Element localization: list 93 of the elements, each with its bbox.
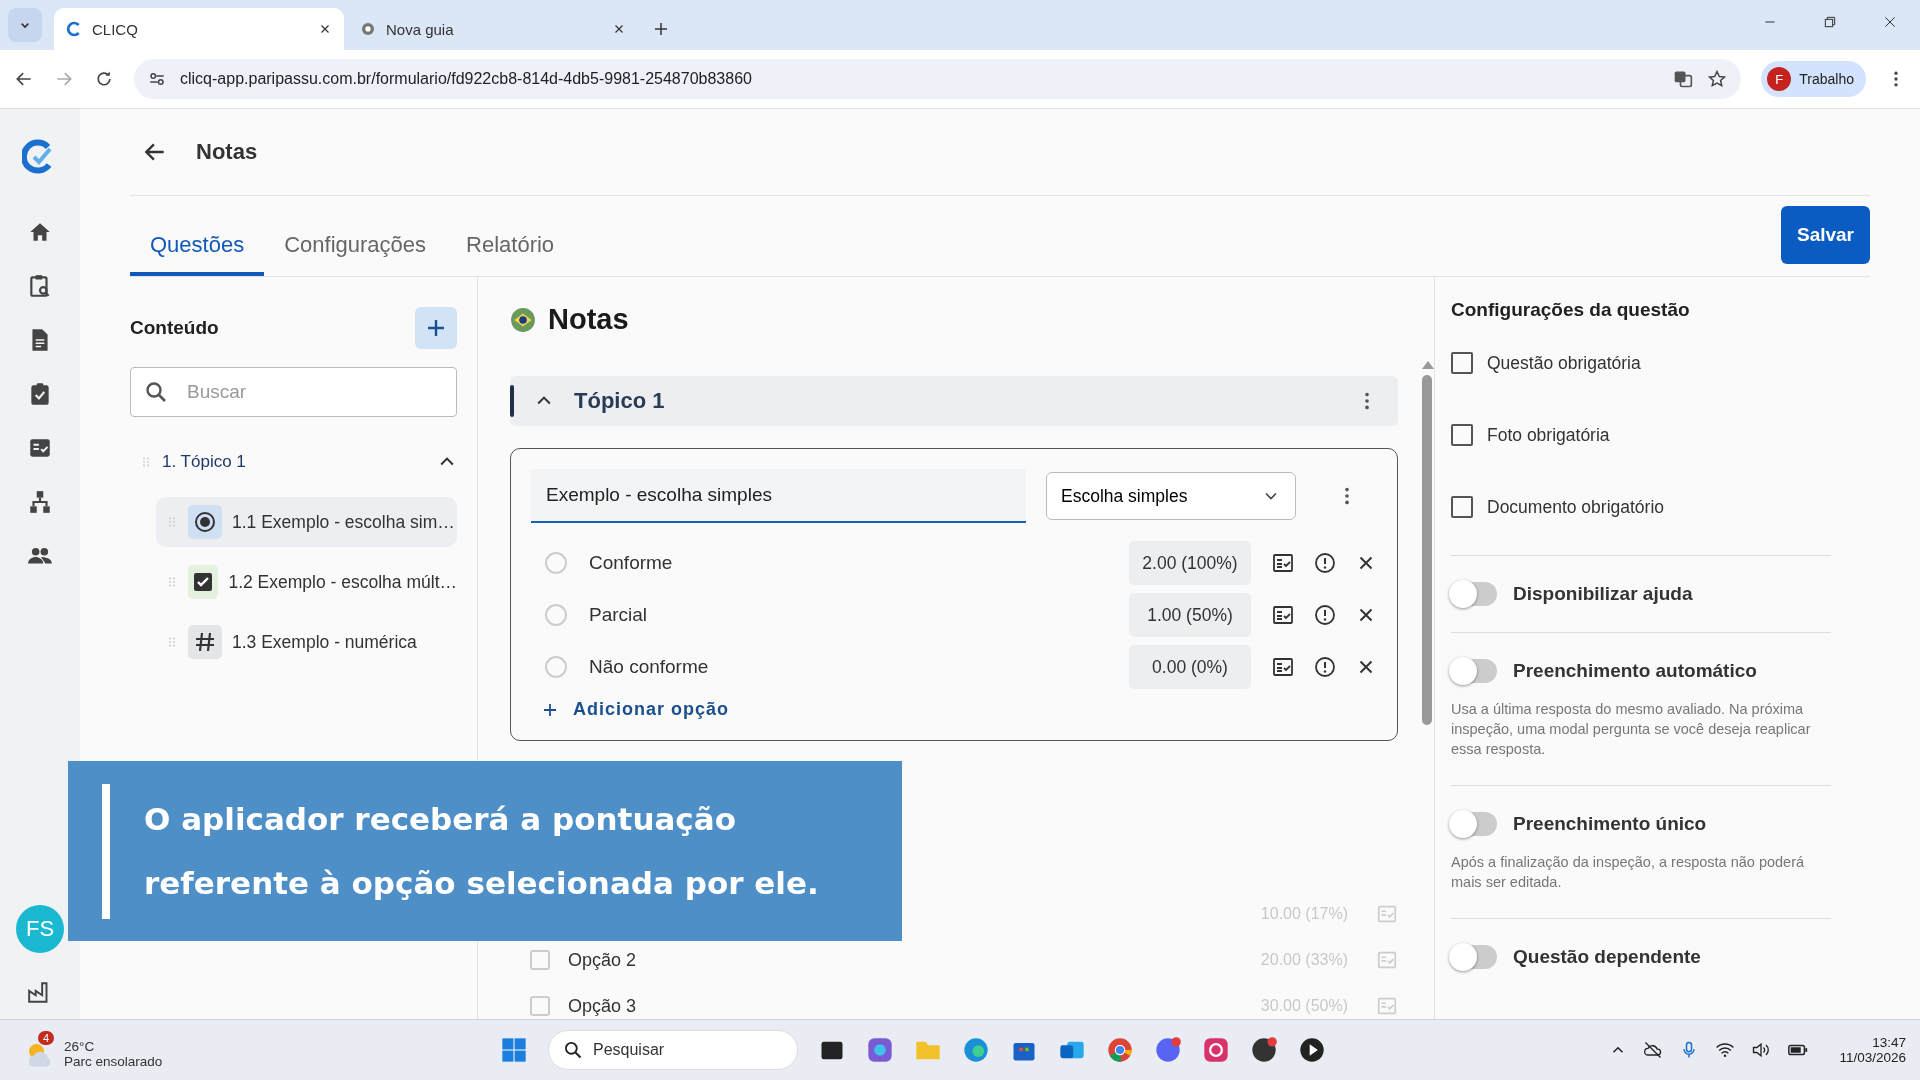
restore-icon[interactable] <box>1822 14 1838 30</box>
checklist-icon[interactable] <box>1271 655 1295 679</box>
toggle-description: Após a finalização da inspeção, a resposta não poderá mais ser editada. <box>1451 853 1806 892</box>
checkbox[interactable] <box>1451 424 1473 446</box>
search-icon <box>563 1040 583 1060</box>
score-field[interactable]: 0.00 (0%) <box>1129 645 1251 689</box>
page-tab[interactable]: Configurações <box>264 232 447 276</box>
type-dropdown[interactable]: Escolha simples <box>1046 472 1296 520</box>
toggle-switch[interactable] <box>1451 945 1497 969</box>
score-field[interactable]: 1.00 (50%) <box>1129 593 1251 637</box>
search-icon <box>144 380 168 404</box>
page-title: Notas <box>196 139 258 165</box>
toggle-switch[interactable] <box>1451 812 1497 836</box>
settings-heading: Configurações da questão <box>1451 299 1691 321</box>
option-label: Opção 2 <box>568 949 637 970</box>
radio-button[interactable] <box>545 552 567 574</box>
page-tab[interactable]: Relatório <box>446 232 575 276</box>
wifi-icon[interactable] <box>1715 1040 1736 1060</box>
reload-icon[interactable] <box>94 69 114 89</box>
option-label: Não conforme <box>589 656 710 678</box>
speaker-icon[interactable] <box>1751 1040 1772 1060</box>
info-icon[interactable] <box>1313 551 1337 575</box>
star-icon[interactable] <box>1707 69 1728 89</box>
checkbox[interactable] <box>1451 496 1473 518</box>
panel-heading: Conteúdo <box>130 317 219 339</box>
translate-icon[interactable] <box>1673 69 1694 89</box>
profile-button[interactable]: F Trabalho <box>1761 61 1866 97</box>
weather-widget[interactable]: 4 26°C Parc ensolarado <box>24 1031 173 1069</box>
info-icon[interactable] <box>1313 603 1337 627</box>
toggle-switch[interactable] <box>1451 582 1497 606</box>
checklist-icon[interactable] <box>1376 995 1398 1017</box>
checkbox-label: Documento obrigatório <box>1487 496 1665 518</box>
play-icon[interactable] <box>1298 1036 1326 1064</box>
question-title-field[interactable]: Exemplo - escolha simples <box>531 469 1026 523</box>
tree-item[interactable]: 1.1 Exemplo - escolha sim… <box>156 497 457 547</box>
recorder-icon[interactable] <box>1250 1036 1278 1064</box>
checkbox-label: Foto obrigatória <box>1487 424 1610 446</box>
save-button[interactable]: Salvar <box>1780 206 1870 264</box>
checklist-icon[interactable] <box>1376 949 1398 971</box>
taskbar-search[interactable]: Pesquisar <box>548 1030 798 1070</box>
app-icon[interactable] <box>866 1036 894 1064</box>
browser-tab[interactable]: CLICQ <box>54 8 344 50</box>
temperature-text: 26°C <box>64 1039 96 1054</box>
toggle-switch[interactable] <box>1451 659 1497 683</box>
toggle-label: Preenchimento único <box>1513 813 1707 835</box>
tree-item[interactable]: 1.3 Exemplo - numérica <box>156 617 457 667</box>
creative-app-icon[interactable] <box>1202 1036 1230 1064</box>
browser-icon[interactable] <box>962 1036 990 1064</box>
close-icon[interactable] <box>1882 14 1898 30</box>
option-label: Conforme <box>589 552 674 574</box>
site-settings-icon[interactable] <box>148 70 166 88</box>
radio-icon <box>193 510 217 534</box>
toggle-label: Preenchimento automático <box>1513 660 1757 682</box>
option-label: Opção 3 <box>568 995 637 1016</box>
toggle-label: Disponibilizar ajuda <box>1513 583 1693 605</box>
new-tab-icon[interactable] <box>652 20 670 38</box>
search-field[interactable]: Buscar <box>130 367 457 417</box>
radio-button[interactable] <box>545 656 567 678</box>
clock[interactable]: 13:47 11/03/2026 <box>1839 1035 1906 1065</box>
flag-icon <box>510 306 536 333</box>
app-logo-icon <box>66 21 82 37</box>
address-bar[interactable]: clicq-app.paripassu.com.br/formulario/fd922cb8-814d-4db5-9981-254870b83860 <box>134 59 1742 99</box>
chat-icon[interactable] <box>1154 1036 1182 1064</box>
checklist-icon[interactable] <box>1376 903 1398 925</box>
notification-badge: 4 <box>38 1031 55 1045</box>
toggle-label: Questão dependente <box>1513 946 1701 968</box>
tree-item[interactable]: 1. Tópico 1 <box>162 452 427 472</box>
url-text: clicq-app.paripassu.com.br/formulario/fd922cb8-814d-4db5-9981-254870b83860 <box>180 70 753 88</box>
toggle-description: Usa a última resposta do mesmo avaliado. Na próxima inspeção, uma modal pergunta se você deseja reaplicar essa resposta. <box>1451 700 1812 759</box>
option-label: Parcial <box>589 604 649 626</box>
checklist-icon[interactable] <box>1271 551 1295 575</box>
form-title: Notas <box>548 303 629 336</box>
radio-button[interactable] <box>545 604 567 626</box>
weather-text: Parc ensolarado <box>64 1054 163 1069</box>
info-icon[interactable] <box>1313 655 1337 679</box>
add-option-button[interactable]: Adicionar opção <box>531 693 740 726</box>
caption-text: referente à opção selecionada por ele. <box>144 865 819 901</box>
score-field[interactable]: 2.00 (100%) <box>1129 541 1251 585</box>
checkbox[interactable] <box>1451 352 1473 374</box>
topic-header[interactable]: Tópico 1 <box>510 376 1398 426</box>
page-tab[interactable]: Questões <box>130 232 265 276</box>
add-button[interactable] <box>415 307 457 349</box>
caption-text: O aplicador receberá a pontuação <box>144 801 737 837</box>
hash-icon <box>193 630 217 654</box>
cloud-off-icon[interactable] <box>1643 1040 1664 1060</box>
chrome-icon[interactable] <box>1106 1036 1134 1064</box>
browser-tab[interactable]: Nova guia <box>348 8 638 50</box>
windows-icon[interactable] <box>500 1036 528 1064</box>
checklist-icon[interactable] <box>1271 603 1295 627</box>
tree-item[interactable]: 1.2 Exemplo - escolha múlt… <box>156 557 457 607</box>
hierarchy-icon[interactable] <box>27 489 53 515</box>
checkbox-label: Questão obrigatória <box>1487 352 1641 374</box>
scroll-up-icon[interactable] <box>1422 361 1434 369</box>
